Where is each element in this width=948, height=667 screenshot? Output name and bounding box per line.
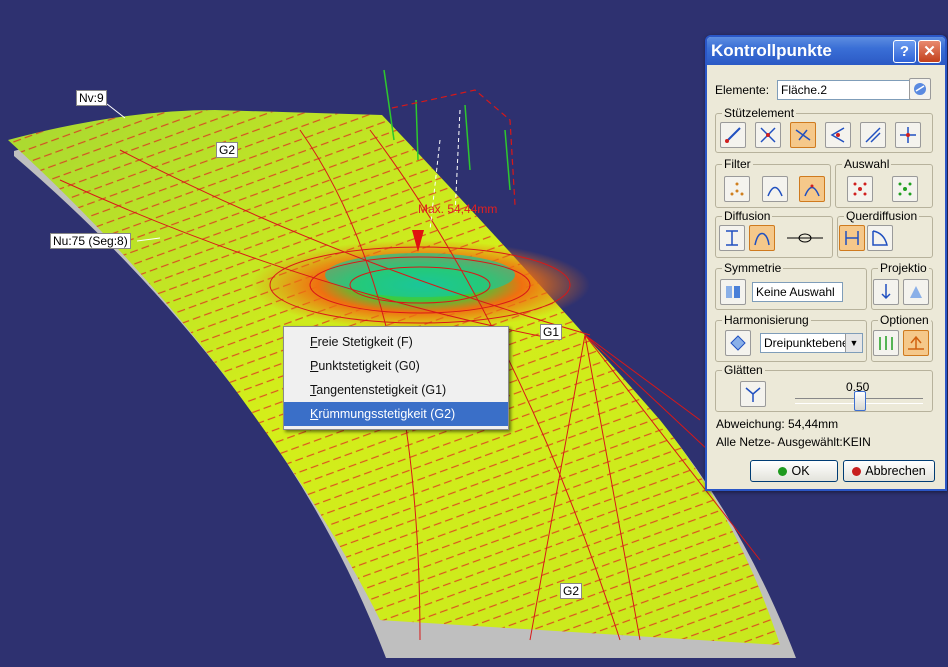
support-normal-button[interactable] [790,122,816,148]
deviation-text: Abweichung: 54,44mm [716,417,839,431]
support-normal-icon [795,129,811,141]
select-all-button[interactable] [847,176,873,202]
dialog-title: Kontrollpunkte [711,41,832,60]
projection-arrow-icon [881,284,891,300]
diffusion-law-button[interactable] [749,225,775,251]
support-plane-button[interactable] [825,122,851,148]
support-line-icon [725,127,741,143]
continuity-tag-g2-top[interactable]: G2 [216,142,239,158]
dialog-title-bar[interactable]: Kontrollpunkte ? ✕ [707,37,945,65]
projection-compass-icon [910,286,922,298]
group-options-label: Optionen [878,313,931,327]
harmonize-button[interactable] [725,330,751,356]
support-projection-icon [865,127,881,143]
support-compass-button[interactable] [755,122,781,148]
group-filter-label: Filter [722,157,753,171]
max-label: Max. 54,44mm [418,202,497,216]
support-arrows-icon [760,127,776,143]
support-local-button[interactable] [895,122,921,148]
group-diffusion-label: Diffusion [722,209,773,223]
group-symmetry-label: Symmetrie [722,261,784,275]
elements-label: Elemente: [715,83,770,97]
harmonize-icon [730,335,746,351]
menu-item-point-continuity[interactable]: Punktstetigkeit (G0) [284,354,508,378]
elements-select-button[interactable] [909,78,931,100]
menu-item-curvature-continuity[interactable]: Krümmungsstetigkeit (G2) [284,402,508,426]
group-harmonization-label: Harmonisierung [722,313,811,327]
nv-label: Nv:9 [76,90,107,106]
projection-normal-button[interactable] [873,279,899,305]
elements-field[interactable]: Fläche.2 [777,80,910,100]
support-projection-button[interactable] [860,122,886,148]
support-mesh-lines-button[interactable] [720,122,746,148]
constant-law-icon [726,230,738,246]
surface-select-icon [914,83,926,95]
cancel-button[interactable]: Abbrechen [843,460,935,482]
filter-both-button[interactable] [799,176,825,202]
symmetry-icon [726,286,740,298]
symmetry-field[interactable]: Keine Auswahl [752,282,843,302]
deselect-all-button[interactable] [892,176,918,202]
options-vectors-button[interactable] [873,330,899,356]
group-projection-label: Projektio [878,261,929,275]
cancel-indicator-icon [852,467,862,477]
filter-mesh-button[interactable] [762,176,788,202]
close-button[interactable]: ✕ [918,40,941,63]
support-local-icon [900,127,916,143]
smoothing-icon [745,387,761,402]
symmetry-button[interactable] [720,279,746,305]
cross-diffusion-law-button[interactable] [867,225,893,251]
group-cross-diffusion-label: Querdiffusion [844,209,920,223]
help-button[interactable]: ? [893,40,916,63]
select-points-red-icon [853,182,867,196]
ok-indicator-icon [778,467,788,477]
dots-icon [730,182,744,196]
harmonization-value: Dreipunktebene [764,336,849,350]
deformation-icon [908,335,924,350]
diffusion-link-icon[interactable] [785,229,825,247]
cross-constant-icon [845,231,859,245]
support-plane-icon [830,127,845,143]
arch-icon [767,186,783,197]
control-points-dialog: Kontrollpunkte ? ✕ Elemente: Fläche.2 St… [705,35,947,491]
group-smoothing-label: Glätten [722,363,765,377]
menu-item-tangent-continuity[interactable]: Tangentenstetigkeit (G1) [284,378,508,402]
projection-compass-button[interactable] [903,279,929,305]
law-curve-icon [754,232,770,246]
continuity-context-menu: Freie Stetigkeit (F) Punktstetigkeit (G0… [283,326,509,430]
group-support-label: Stützelement [722,106,797,120]
continuity-tag-g2-bottom[interactable]: G2 [560,583,583,599]
arch-points-icon [804,184,820,197]
ok-button[interactable]: OK [750,460,838,482]
cross-diffusion-constant-button[interactable] [839,225,865,251]
options-deformation-button[interactable] [903,330,929,356]
menu-item-free-continuity[interactable]: Freie Stetigkeit (F) [284,330,508,354]
filter-points-button[interactable] [724,176,750,202]
group-selection-label: Auswahl [842,157,892,171]
select-points-green-icon [898,182,912,196]
continuity-tag-g1[interactable]: G1 [540,324,563,340]
nu-label: Nu:75 (Seg:8) [50,233,131,249]
vectors-icon [879,336,893,350]
smoothing-button[interactable] [740,381,766,407]
diffusion-constant-button[interactable] [719,225,745,251]
cross-law-icon [872,230,888,246]
smoothing-slider-thumb[interactable] [854,391,866,411]
harmonization-select[interactable]: Dreipunktebene ▼ [760,333,863,353]
nets-status-text: Alle Netze- Ausgewählt:KEIN [716,435,871,449]
chevron-down-icon[interactable]: ▼ [845,334,862,352]
